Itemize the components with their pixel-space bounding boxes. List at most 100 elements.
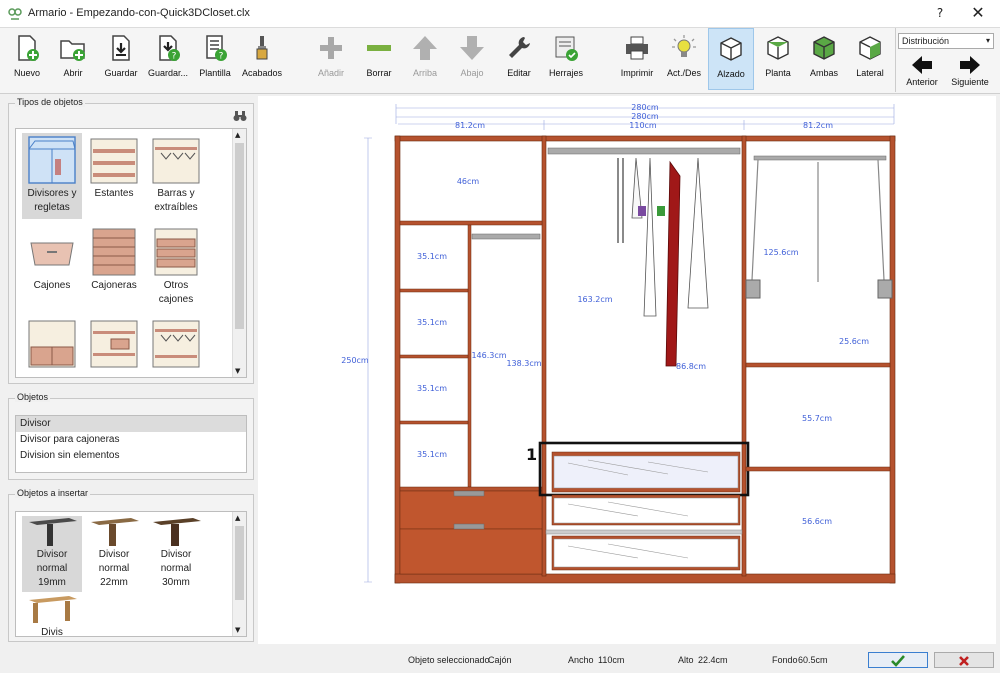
objects-title: Objetos <box>15 392 51 402</box>
type-chests-label: Cajoneras <box>91 280 137 291</box>
delete-label: Borrar <box>366 68 392 78</box>
bars-thumbnail-icon <box>152 138 200 184</box>
type-other-drawers[interactable]: Otros cajones <box>146 225 206 311</box>
open-button[interactable]: Abrir <box>52 28 94 90</box>
hardware-icon <box>555 36 578 61</box>
scroll-thumb[interactable] <box>235 143 244 329</box>
dim-center-low: 86.8cm <box>676 362 706 371</box>
divider-19mm-thumbnail-icon <box>29 518 77 546</box>
open-folder-icon <box>60 40 85 61</box>
printer-icon <box>626 36 648 60</box>
scroll-down-icon[interactable]: ▼ <box>235 367 240 375</box>
insert-divider-19mm[interactable]: Divisor normal 19mm <box>22 516 82 592</box>
toggle-button[interactable]: Act./Des <box>662 28 706 90</box>
type-dividers[interactable]: Divisores y regletas <box>22 133 82 219</box>
side-view-button[interactable]: Lateral <box>848 28 892 90</box>
dim-box-3: 35.1cm <box>417 384 447 393</box>
dim-box-2: 35.1cm <box>417 318 447 327</box>
scroll-down-icon[interactable]: ▼ <box>235 626 240 634</box>
height-value: 22.4cm <box>698 655 728 665</box>
confirm-button[interactable] <box>868 652 928 668</box>
closet-elevation-drawing[interactable]: 280cm 280cm 81.2cm 110cm 81.2cm 250cm 46… <box>258 96 996 644</box>
type-chests[interactable]: Cajoneras <box>84 225 144 311</box>
next-button[interactable]: Siguiente <box>948 54 992 90</box>
chest-thumbnail-icon <box>92 228 136 276</box>
arrow-up-icon <box>413 36 437 60</box>
elevation-view-button[interactable]: Alzado <box>708 28 754 90</box>
save-label: Guardar <box>104 68 138 78</box>
lightbulb-icon <box>672 35 696 57</box>
type-bars-label: Barras y extraíbles <box>154 188 198 213</box>
save-as-label: Guardar... <box>147 68 189 78</box>
callout-number: 1 <box>526 445 537 464</box>
type-item-7[interactable] <box>22 317 82 373</box>
dim-box-1: 35.1cm <box>417 252 447 261</box>
save-download-icon <box>112 35 130 61</box>
print-button[interactable]: Imprimir <box>616 28 658 90</box>
list-item[interactable]: Divisor <box>16 416 246 432</box>
type-bars[interactable]: Barras y extraíbles <box>146 133 206 219</box>
insert-divider-30mm[interactable]: Divisor normal 30mm <box>146 516 206 592</box>
binoculars-icon[interactable] <box>233 110 247 122</box>
depth-label: Fondo <box>772 655 798 665</box>
help-button[interactable]: ? <box>930 6 950 20</box>
scroll-thumb[interactable] <box>235 526 244 600</box>
hardware-button[interactable]: Herrajes <box>544 28 588 90</box>
dim-mid: 110cm <box>629 121 657 130</box>
finishes-button[interactable]: Acabados <box>240 28 284 90</box>
drawer-thumbnail-icon <box>30 242 74 266</box>
edit-button[interactable]: Editar <box>498 28 540 90</box>
save-as-icon: ? <box>159 35 180 62</box>
move-down-button[interactable]: Abajo <box>450 28 494 90</box>
previous-button[interactable]: Anterior <box>900 54 944 90</box>
distribution-select[interactable]: Distribución ▾ <box>898 33 994 49</box>
selected-drawer[interactable] <box>551 451 741 493</box>
move-down-label: Abajo <box>460 68 484 78</box>
save-button[interactable]: Guardar <box>98 28 144 90</box>
dim-total-1: 280cm <box>631 103 659 112</box>
template-button[interactable]: ? Plantilla <box>194 28 236 90</box>
type-shelves[interactable]: Estantes <box>84 133 144 219</box>
object-types-group: Tipos de objetos Divisores y regletas Es… <box>8 97 254 384</box>
window-title: Armario - Empezando-con-Quick3DCloset.cl… <box>28 7 250 19</box>
objects-group: Objetos Divisor Divisor para cajoneras D… <box>8 392 254 480</box>
new-button[interactable]: Nuevo <box>6 28 48 90</box>
dim-height: 250cm <box>341 356 369 365</box>
list-item[interactable]: Divisor para cajoneras <box>16 432 246 448</box>
selected-object-value: Cajón <box>488 655 512 665</box>
plan-view-button[interactable]: Planta <box>756 28 800 90</box>
delete-button[interactable]: Borrar <box>358 28 400 90</box>
center-section: 1 <box>526 147 750 571</box>
insert-divider-extra-label: Divis <box>41 627 63 637</box>
cube-side-icon <box>859 36 881 60</box>
new-file-icon <box>18 35 39 61</box>
save-as-button[interactable]: ? Guardar... <box>146 28 190 90</box>
type-other-drawers-label: Otros cajones <box>158 280 194 305</box>
move-up-button[interactable]: Arriba <box>404 28 446 90</box>
type-drawers[interactable]: Cajones <box>22 225 82 311</box>
clothing-hangers <box>617 157 709 367</box>
cancel-button[interactable] <box>934 652 994 668</box>
finishes-label: Acabados <box>241 68 283 78</box>
insert-divider-22mm[interactable]: Divisor normal 22mm <box>84 516 144 592</box>
insert-divider-extra[interactable]: Divis <box>22 594 82 637</box>
both-view-button[interactable]: Ambas <box>802 28 846 90</box>
shelf-drawer-thumbnail-icon <box>90 320 138 368</box>
drawing-canvas[interactable]: 280cm 280cm 81.2cm 110cm 81.2cm 250cm 46… <box>258 96 996 644</box>
minus-icon <box>367 45 391 51</box>
type-shelves-label: Estantes <box>94 188 134 199</box>
dim-center-tall: 163.2cm <box>577 295 612 304</box>
insert-objects-scrollbar[interactable]: ▲ ▼ <box>232 512 246 636</box>
type-item-8[interactable] <box>84 317 144 373</box>
edit-label: Editar <box>507 68 531 78</box>
insert-objects-group: Objetos a insertar Divisor normal 19mm D… <box>8 488 254 642</box>
add-button[interactable]: Añadir <box>310 28 352 90</box>
close-button[interactable]: ✕ <box>968 3 988 22</box>
type-item-9[interactable] <box>146 317 206 373</box>
list-item[interactable]: Division sin elementos <box>16 448 246 464</box>
scroll-up-icon[interactable]: ▲ <box>235 131 240 139</box>
dim-left-tall-2: 138.3cm <box>506 359 541 368</box>
object-types-scrollbar[interactable]: ▲ ▼ <box>232 129 246 377</box>
scroll-up-icon[interactable]: ▲ <box>235 514 240 522</box>
toolbar: Nuevo Abrir Guardar ? Guardar... ? Plant… <box>0 28 1000 94</box>
